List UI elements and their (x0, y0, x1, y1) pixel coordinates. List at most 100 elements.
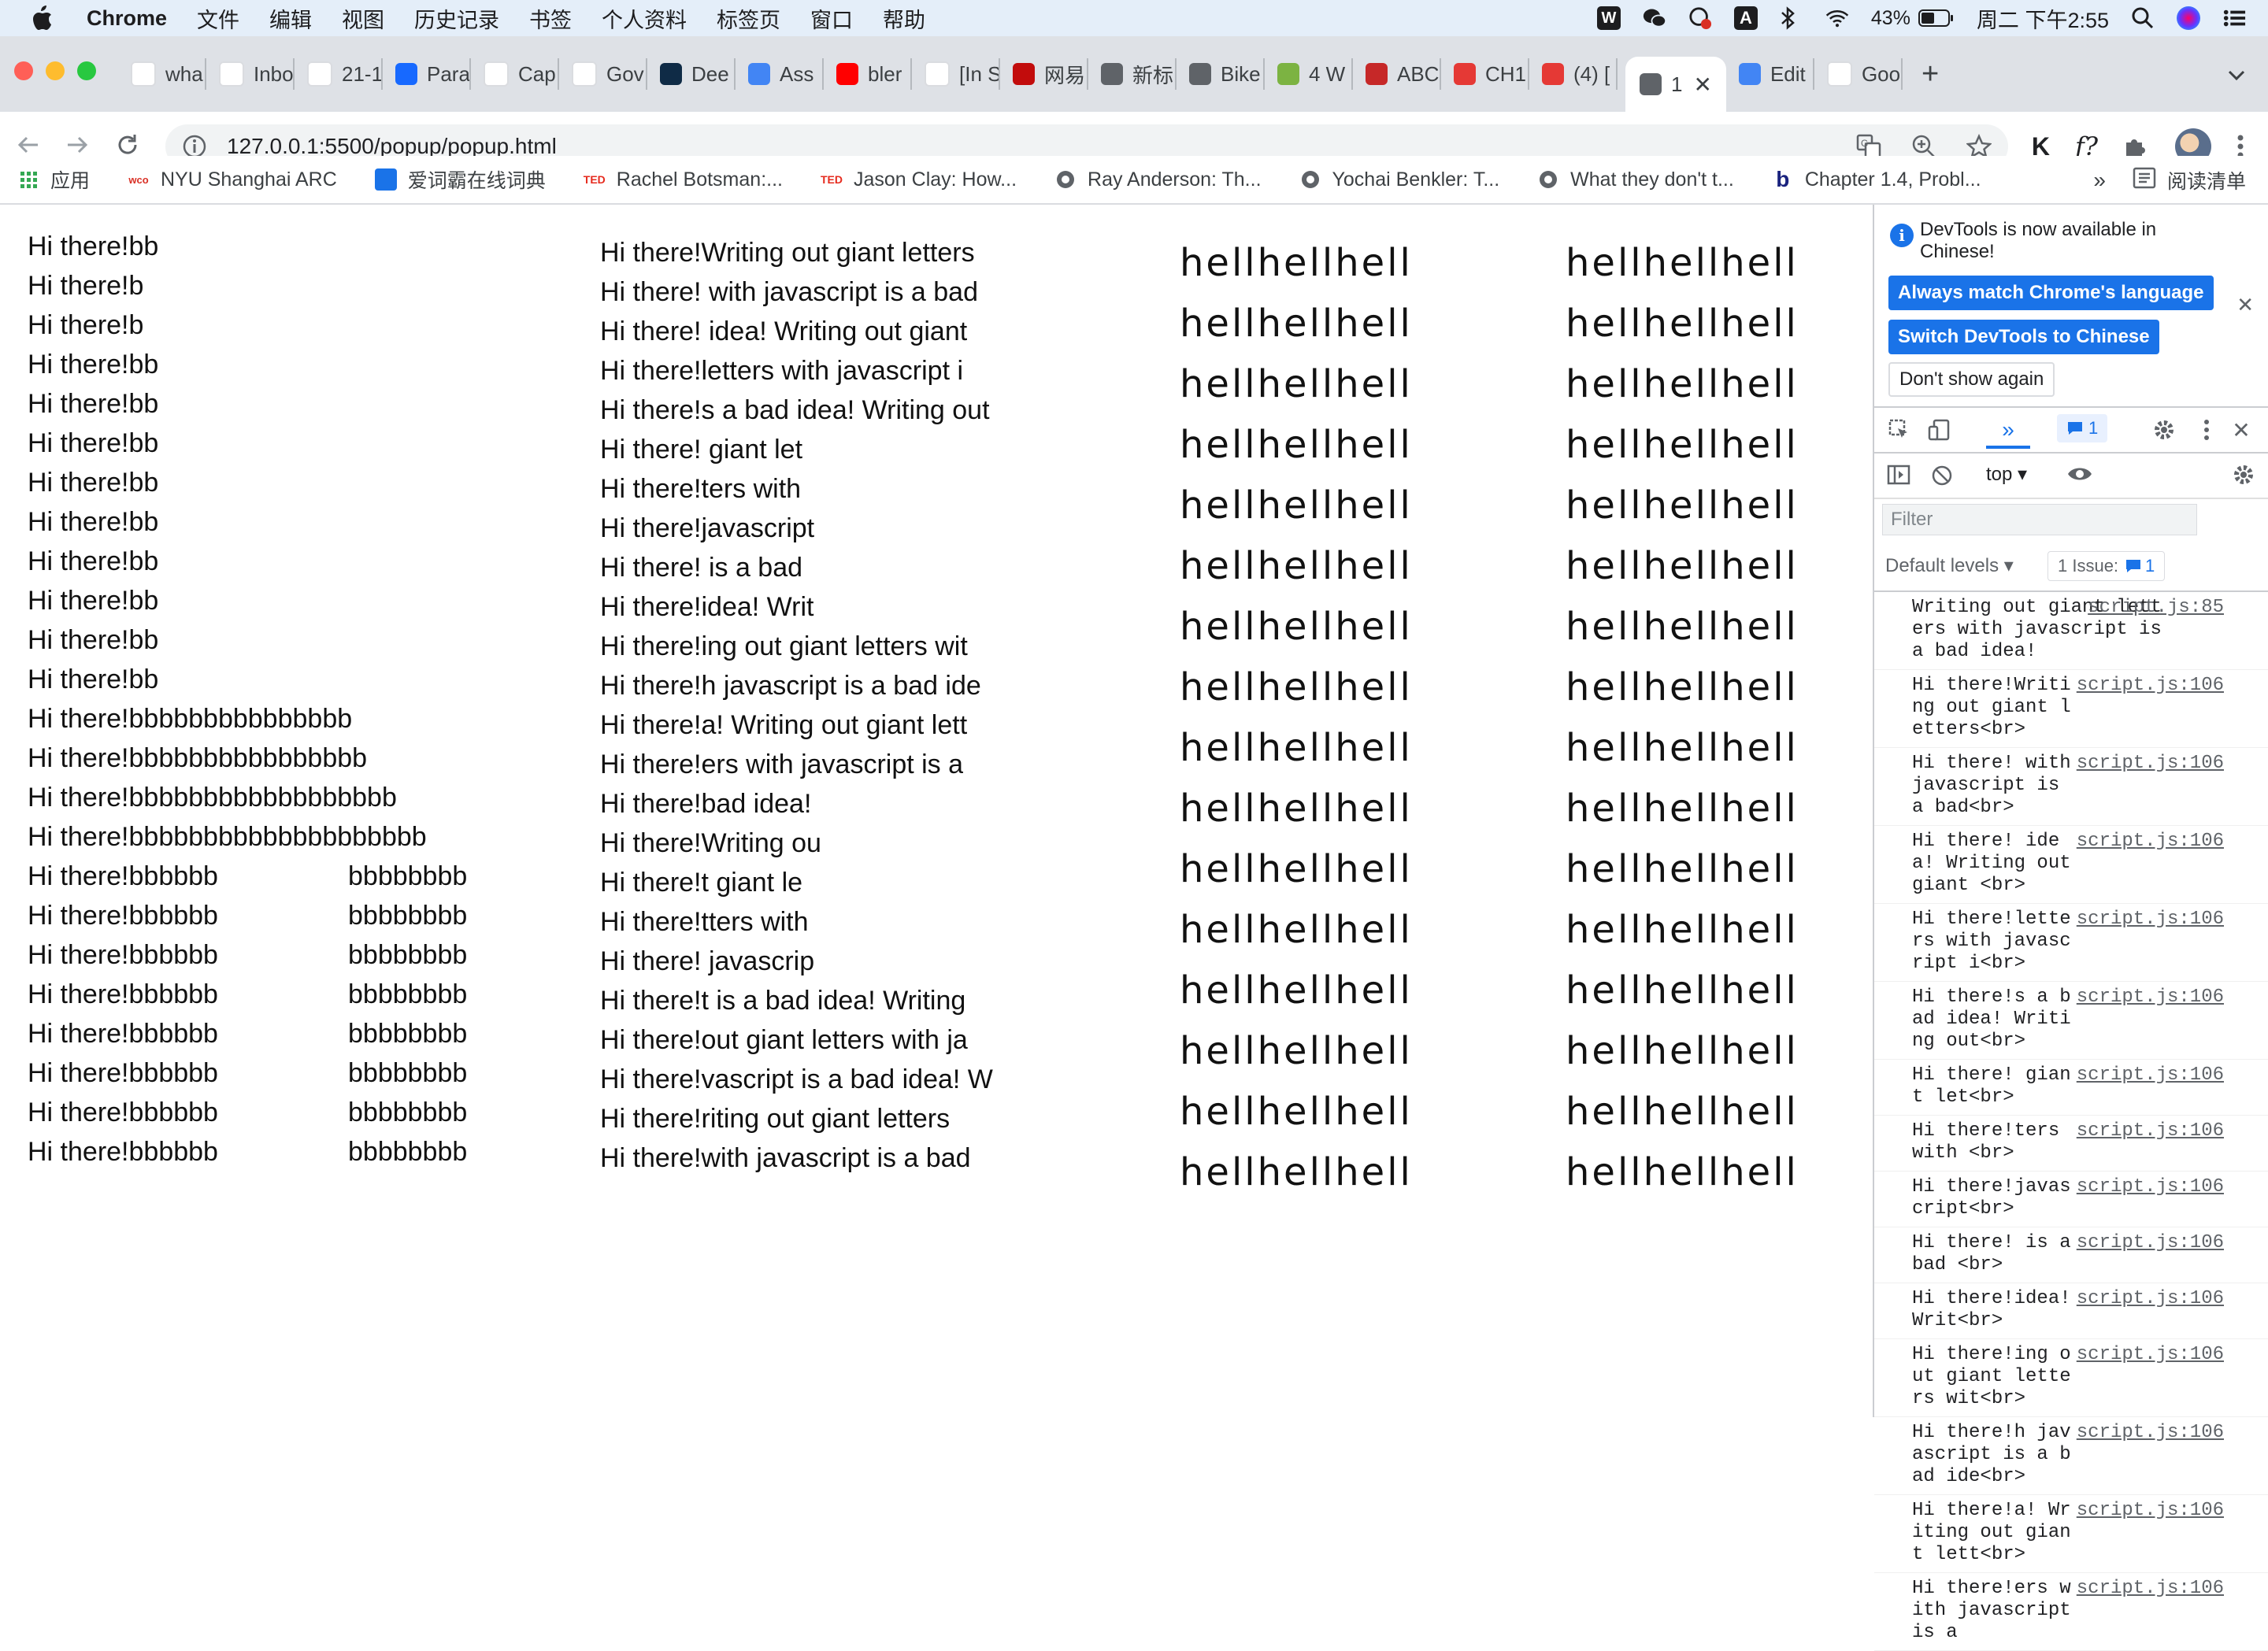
tab[interactable]: 网易 (1008, 58, 1088, 90)
live-expression-eye-icon[interactable] (2066, 465, 2093, 489)
messages-badge[interactable]: 1 (2057, 414, 2108, 442)
always-match-language-button[interactable]: Always match Chrome's language (1888, 276, 2214, 310)
console-log-source-link[interactable]: script.js:106 (2077, 1500, 2224, 1522)
wps-tray-icon[interactable]: W (1596, 6, 1621, 30)
bookmark-item[interactable]: Ray Anderson: Th... (1054, 168, 1262, 191)
bookmark-item[interactable]: TED Rachel Botsman:... (584, 168, 783, 191)
tab-search-chevron-icon[interactable] (2227, 63, 2246, 87)
tab[interactable]: Bike (1184, 58, 1265, 90)
input-method-icon[interactable]: A (1733, 6, 1758, 30)
app-menu-chrome[interactable]: Chrome (87, 6, 167, 31)
close-window-button[interactable] (14, 61, 33, 80)
tab[interactable]: 新标 (1096, 58, 1177, 90)
menu-profiles[interactable]: 个人资料 (602, 3, 687, 34)
battery-icon[interactable] (1918, 9, 1955, 28)
menu-window[interactable]: 窗口 (810, 3, 853, 34)
bookmark-item[interactable]: TED Jason Clay: How... (821, 168, 1017, 191)
devtools-kebab-icon[interactable] (2194, 417, 2219, 442)
console-log-source-link[interactable]: script.js:106 (2077, 909, 2224, 931)
issues-button[interactable]: 1 Issue: 1 (2048, 551, 2166, 581)
more-panels-chevron-icon[interactable]: » (1996, 417, 2021, 442)
bookmark-item[interactable]: What they don't t... (1537, 168, 1734, 191)
filter-input[interactable]: Filter (1882, 504, 2197, 535)
tab[interactable]: [In S (920, 58, 1000, 90)
console-log-source-link[interactable]: script.js:106 (2077, 987, 2224, 1009)
menu-history[interactable]: 历史记录 (414, 3, 499, 34)
tab[interactable]: ABC (1361, 58, 1441, 90)
menu-bookmarks[interactable]: 书签 (529, 3, 572, 34)
console-log-source-link[interactable]: script.js:106 (2077, 1064, 2224, 1086)
tab[interactable]: bler (832, 58, 912, 90)
language-banner: i DevTools is now available in Chinese! … (1874, 205, 2268, 408)
control-center-icon[interactable] (2222, 6, 2246, 30)
tab[interactable]: 21-1 (302, 58, 383, 90)
minimize-window-button[interactable] (46, 61, 65, 80)
switch-to-chinese-button[interactable]: Switch DevTools to Chinese (1888, 320, 2159, 354)
device-toolbar-icon[interactable] (1926, 417, 1951, 442)
console-log-source-link[interactable]: script.js:85 (2088, 597, 2224, 619)
console-log-source-link[interactable]: script.js:106 (2077, 1344, 2224, 1366)
tab[interactable]: Goo (1822, 58, 1903, 90)
bookmark-item[interactable]: Yochai Benkler: T... (1299, 168, 1499, 191)
console-log-source-link[interactable]: script.js:106 (2077, 1120, 2224, 1142)
banner-close-icon[interactable]: ✕ (2236, 293, 2254, 317)
console-log-source-link[interactable]: script.js:106 (2077, 1176, 2224, 1198)
menu-view[interactable]: 视图 (342, 3, 384, 34)
menu-file[interactable]: 文件 (197, 3, 239, 34)
dont-show-again-button[interactable]: Don't show again (1888, 362, 2055, 397)
sidebar-toggle-icon[interactable] (1887, 465, 1910, 490)
wifi-icon[interactable] (1825, 6, 1849, 30)
close-devtools-icon[interactable]: ✕ (2229, 417, 2254, 442)
apple-menu-icon[interactable] (30, 5, 58, 31)
inspect-element-icon[interactable] (1887, 417, 1912, 442)
tab[interactable]: (4) [ (1537, 58, 1618, 90)
reading-list-icon[interactable] (2133, 167, 2156, 194)
tab[interactable]: Dee (655, 58, 736, 90)
bluetooth-icon[interactable] (1780, 6, 1803, 30)
wechat-tray-icon[interactable] (1643, 6, 1666, 30)
reading-list-label[interactable]: 阅读清单 (2167, 166, 2246, 194)
console-log-source-link[interactable]: script.js:106 (2077, 753, 2224, 775)
iciba-icon (374, 168, 397, 191)
vpn-tray-icon[interactable] (1688, 6, 1712, 30)
clear-console-icon[interactable] (1931, 465, 1953, 492)
tab[interactable]: CH1 (1449, 58, 1529, 90)
console-settings-gear-icon[interactable] (2232, 463, 2255, 492)
console-log-source-link[interactable]: script.js:106 (2077, 1422, 2224, 1444)
tab-title: 1 (1671, 72, 1683, 96)
console-log-source-link[interactable]: script.js:106 (2077, 1232, 2224, 1254)
console-log-source-link[interactable]: script.js:106 (2077, 675, 2224, 697)
console-log-source-link[interactable]: script.js:106 (2077, 1288, 2224, 1310)
console-log-source-link[interactable]: script.js:106 (2077, 1578, 2224, 1600)
console-log-source-link[interactable]: script.js:106 (2077, 831, 2224, 853)
bookmark-item[interactable]: 应用 (17, 165, 90, 194)
bookmark-item[interactable]: wco NYU Shanghai ARC (128, 168, 336, 191)
tab[interactable]: 4 W (1273, 58, 1353, 90)
close-tab-icon[interactable]: ✕ (1693, 72, 1711, 98)
log-levels-dropdown[interactable]: Default levels ▾ (1885, 554, 2014, 577)
context-selector[interactable]: top ▾ (1986, 463, 2027, 486)
new-tab-plus-icon[interactable]: + (1922, 57, 1939, 91)
giant-text-line: hellhellhell (1180, 1150, 1413, 1194)
menu-help[interactable]: 帮助 (883, 3, 925, 34)
menu-edit[interactable]: 编辑 (269, 3, 312, 34)
zoom-window-button[interactable] (77, 61, 96, 80)
tab-active[interactable]: 1 ✕ (1625, 57, 1726, 112)
spotlight-search-icon[interactable] (2131, 6, 2155, 30)
tab[interactable]: wha (126, 58, 206, 90)
tab[interactable]: Para (391, 58, 471, 90)
bookmark-item[interactable]: 爱词霸在线词典 (374, 165, 546, 194)
console-log-entry: Hi there!a! Writing out giant lett<br> sc… (1874, 1495, 2268, 1573)
settings-gear-icon[interactable] (2151, 417, 2177, 442)
bookmark-item[interactable]: b Chapter 1.4, Probl... (1772, 167, 1981, 191)
tab[interactable]: Inbo (214, 58, 295, 90)
tab[interactable]: Edit (1734, 58, 1814, 90)
tab[interactable]: Gov (567, 58, 647, 90)
menu-tab[interactable]: 标签页 (717, 3, 780, 34)
siri-icon[interactable] (2177, 6, 2200, 30)
tab[interactable]: Ass (743, 58, 824, 90)
text-line-left: Hi there!bbbbbb (28, 901, 218, 931)
clock[interactable]: 周二 下午2:55 (1977, 3, 2109, 34)
tab[interactable]: Cap (479, 58, 559, 90)
more-bookmarks-chevron-icon[interactable]: » (2093, 168, 2106, 193)
